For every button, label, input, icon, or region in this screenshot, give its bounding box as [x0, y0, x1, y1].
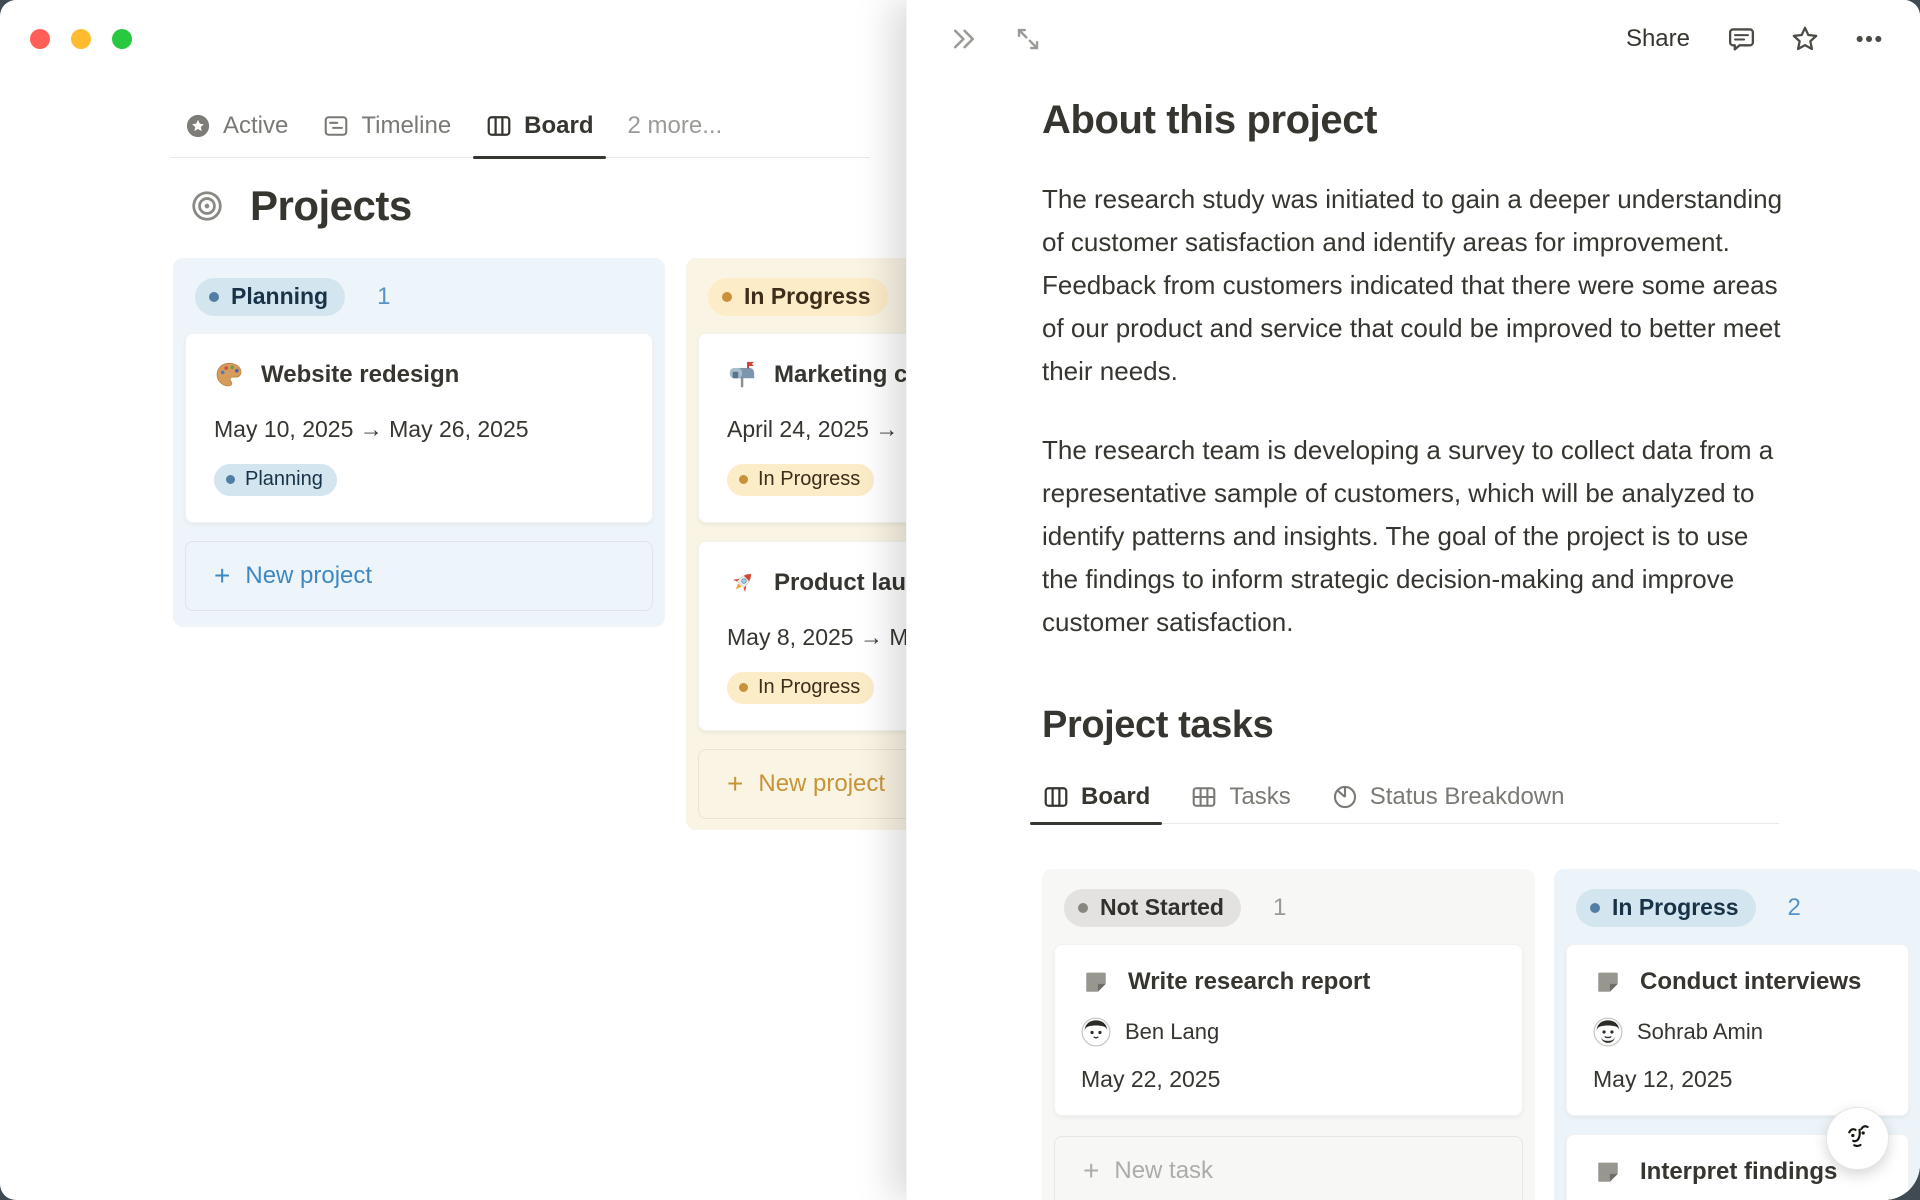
tab-label: Status Breakdown	[1369, 782, 1565, 810]
tab-label: Board	[524, 111, 594, 139]
task-card-write-research-report[interactable]: Write research report Ben Lang May 22, 2…	[1054, 944, 1523, 1116]
page-icon	[1081, 967, 1111, 997]
card-title: Interpret findings	[1640, 1158, 1838, 1185]
star-circle-icon	[184, 112, 212, 140]
ai-face-icon	[1838, 1119, 1878, 1159]
column-count: 1	[377, 283, 391, 310]
board-icon	[1042, 783, 1070, 811]
minimize-button[interactable]	[71, 29, 91, 49]
mailbox-emoji	[727, 360, 757, 390]
more-options-icon[interactable]	[1850, 20, 1888, 58]
column-status-pill[interactable]: Not Started	[1064, 889, 1241, 927]
tab-label: Active	[223, 111, 289, 139]
tab-board-view[interactable]: Board	[1029, 770, 1163, 825]
card-title: Website redesign	[261, 361, 460, 388]
page-icon	[1593, 1157, 1623, 1187]
status-dot	[739, 475, 748, 484]
tab-label: 2 more...	[627, 111, 723, 139]
side-peek-panel: Share About this project The research st…	[906, 0, 1920, 1200]
status-dot	[722, 291, 732, 302]
new-task-button[interactable]: + New task	[1054, 1136, 1523, 1200]
column-status-pill[interactable]: In Progress	[1576, 889, 1756, 927]
task-card-conduct-interviews[interactable]: Conduct interviews Sohrab Amin May 12, 2…	[1566, 944, 1909, 1116]
plus-icon: +	[214, 560, 231, 591]
favorite-star-icon[interactable]	[1786, 20, 1824, 58]
new-project-button[interactable]: + New project	[185, 541, 653, 611]
plus-icon: +	[1083, 1155, 1100, 1186]
card-due-date: May 12, 2025	[1593, 1066, 1733, 1092]
tab-label: Board	[1081, 782, 1151, 810]
tab-board-view[interactable]: Board	[473, 94, 606, 159]
project-tasks-heading: Project tasks	[1042, 704, 1274, 746]
table-icon	[1190, 783, 1218, 811]
close-button[interactable]	[30, 29, 50, 49]
card-title: Product lau	[774, 569, 907, 596]
card-status-tag: In Progress	[727, 672, 875, 704]
about-heading: About this project	[1042, 98, 1378, 142]
avatar-ben-lang	[1081, 1017, 1111, 1047]
target-icon	[190, 189, 224, 223]
view-tabs: Active Timeline Board 2 more...	[170, 94, 870, 159]
status-dot	[209, 291, 219, 302]
assignee-name: Sohrab Amin	[1637, 1019, 1763, 1044]
project-card-website-redesign[interactable]: Website redesign May 10, 2025 → May 26, …	[185, 333, 653, 523]
column-count: 2	[1787, 894, 1801, 921]
column-count: 1	[1272, 894, 1287, 921]
card-title: Conduct interviews	[1640, 968, 1862, 995]
card-status-tag: Planning	[214, 464, 337, 496]
card-title: Marketing c	[774, 361, 908, 388]
tab-status-breakdown-view[interactable]: Status Breakdown	[1331, 770, 1565, 823]
tab-tasks-view[interactable]: Tasks	[1190, 770, 1291, 823]
window-controls	[30, 29, 132, 49]
card-status-tag: In Progress	[727, 464, 875, 496]
plus-icon: +	[727, 768, 744, 799]
tab-more-views[interactable]: 2 more...	[628, 94, 723, 157]
page-icon	[1593, 967, 1623, 997]
status-dot	[226, 475, 235, 484]
board-icon	[485, 112, 513, 140]
about-paragraph-1: The research study was initiated to gain…	[1042, 184, 1783, 386]
about-paragraph-2: The research team is developing a survey…	[1042, 435, 1774, 637]
close-side-peek-icon[interactable]	[945, 20, 983, 58]
page-body: About this project The research study wa…	[1029, 0, 1786, 825]
card-due-date: May 22, 2025	[1081, 1066, 1221, 1092]
assignee-name: Ben Lang	[1125, 1019, 1220, 1044]
page-title[interactable]: Projects	[250, 182, 412, 230]
page-header: Projects	[190, 182, 412, 230]
task-column-not-started: Not Started 1 Write research report Ben …	[1042, 869, 1535, 1200]
tasks-view-tabs: Board Tasks Status Breakdown	[1029, 770, 1779, 825]
card-date-range: May 10, 2025 → May 26, 2025	[214, 416, 529, 442]
status-dot	[1078, 902, 1088, 913]
notion-window: Active Timeline Board 2 more... Projects	[0, 0, 1920, 1200]
timeline-icon	[322, 112, 350, 140]
avatar-sohrab-amin	[1593, 1017, 1623, 1047]
notion-ai-button[interactable]	[1826, 1107, 1889, 1170]
zoom-button[interactable]	[112, 29, 132, 49]
pie-chart-icon	[1331, 783, 1359, 811]
tab-active-view[interactable]: Active	[184, 94, 288, 157]
status-dot	[739, 683, 748, 692]
status-dot	[1590, 902, 1600, 913]
rocket-emoji	[727, 568, 757, 598]
card-title: Write research report	[1128, 968, 1371, 995]
palette-emoji	[214, 360, 244, 390]
tab-label: Timeline	[361, 111, 452, 139]
column-status-pill[interactable]: In Progress	[708, 278, 888, 316]
tab-label: Tasks	[1229, 782, 1291, 810]
board-column-planning: Planning 1 Website redesign May 10, 2025…	[173, 258, 665, 627]
column-status-pill[interactable]: Planning	[195, 278, 346, 316]
tab-timeline-view[interactable]: Timeline	[322, 94, 451, 157]
